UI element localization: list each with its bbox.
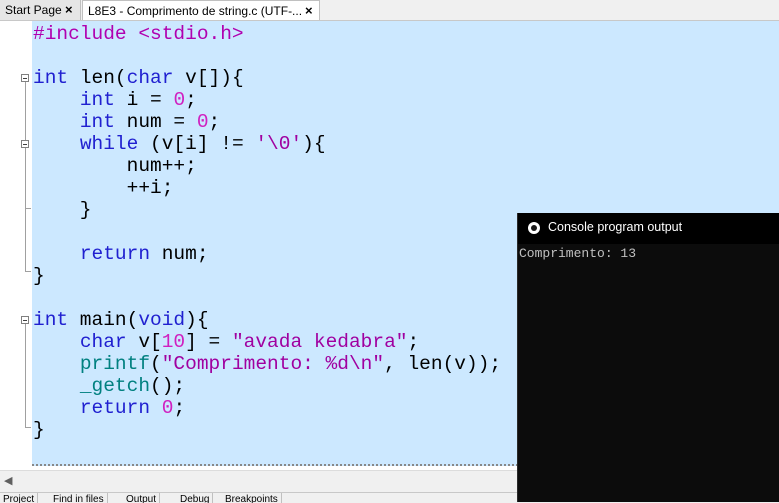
code-token: ( [114,67,127,89]
end-of-selection-marker [32,464,522,466]
close-icon[interactable]: × [65,0,73,20]
code-line: int len(char v[]){ [33,67,501,89]
tab-source-file[interactable]: L8E3 - Comprimento de string.c (UTF-... … [82,0,320,20]
scroll-left-icon[interactable]: ◀ [4,474,12,487]
code-token: "avada kedabra" [231,331,408,353]
tab-label: Start Page [5,3,62,17]
code-token: } [33,265,45,287]
code-line: } [33,419,501,441]
console-window[interactable]: Console program output Comprimento: 13 [517,213,779,502]
code-token: return [79,243,151,265]
code-token: "Comprimento: %d\n" [161,353,385,375]
code-token: main( [68,309,139,331]
code-token: void [138,309,186,331]
console-title-bar[interactable]: Console program output [518,213,779,244]
fold-line [25,324,26,428]
code-token: int [79,111,115,133]
tab-start-page[interactable]: Start Page × [0,0,81,20]
code-token: int [33,309,69,331]
code-token: while [79,133,139,155]
code-token: '\0' [255,133,303,155]
code-token: printf [79,353,151,375]
code-token: 0 [173,89,186,111]
console-output: Comprimento: 13 [519,246,637,261]
code-token: i = [114,89,174,111]
fold-end-marker [25,208,31,209]
code-line: int num = 0; [33,111,501,133]
close-icon[interactable]: × [305,1,313,21]
code-token: (v[i] != [138,133,256,155]
code-line: ++i; [33,177,501,199]
fold-end-marker [25,271,31,272]
code-line: printf("Comprimento: %d\n", len(v)); [33,353,501,375]
console-title: Console program output [548,220,683,234]
code-token: ++i; [33,177,174,199]
code-token: ( [150,353,162,375]
code-line: _getch(); [33,375,501,397]
code-token: 0 [196,111,209,133]
code-line: return num; [33,243,501,265]
code-token: ; [185,89,197,111]
code-token: ){ [302,133,326,155]
code-token: v[ [126,331,162,353]
code-token: int [79,89,115,111]
code-token: 10 [161,331,186,353]
code-line: while (v[i] != '\0'){ [33,133,501,155]
code-token: 0 [161,397,174,419]
fold-line [25,82,26,272]
code-token: ; [173,397,186,419]
code-token: ] = [185,331,232,353]
code-token: ; [208,111,221,133]
code-token: ){ [185,309,209,331]
code-token: (); [150,375,186,397]
console-app-icon [528,222,540,234]
code-token: , len(v)); [384,353,502,375]
fold-toggle-icon[interactable] [21,140,29,148]
code-token: #include <stdio.h> [33,23,244,45]
fold-toggle-icon[interactable] [21,74,29,82]
code-line: #include <stdio.h> [33,23,501,45]
code-token: len [68,67,115,89]
code-token: return [79,397,151,419]
code-line: } [33,199,501,221]
code-line: char v[10] = "avada kedabra"; [33,331,501,353]
code-line: return 0; [33,397,501,419]
code-token: int [33,67,69,89]
code-line: int main(void){ [33,309,501,331]
code-token: } [33,419,45,441]
code-token: num = [114,111,197,133]
code-line: int i = 0; [33,89,501,111]
code-token: _getch [79,375,151,397]
code-line: } [33,265,501,287]
code-token: num; [150,243,209,265]
source-code[interactable]: #include <stdio.h> int len(char v[]){ in… [33,23,501,441]
code-token: } [33,199,92,221]
code-token: num++; [33,155,197,177]
code-token: ; [407,331,420,353]
fold-end-marker [25,427,31,428]
editor-gutter [0,21,32,491]
fold-toggle-icon[interactable] [21,316,29,324]
code-token: char [79,331,127,353]
code-line: num++; [33,155,501,177]
code-token: char [126,67,174,89]
code-token: v[]){ [173,67,244,89]
tab-label: L8E3 - Comprimento de string.c (UTF-... [88,4,303,18]
document-tab-bar: Start Page × L8E3 - Comprimento de strin… [0,0,779,21]
